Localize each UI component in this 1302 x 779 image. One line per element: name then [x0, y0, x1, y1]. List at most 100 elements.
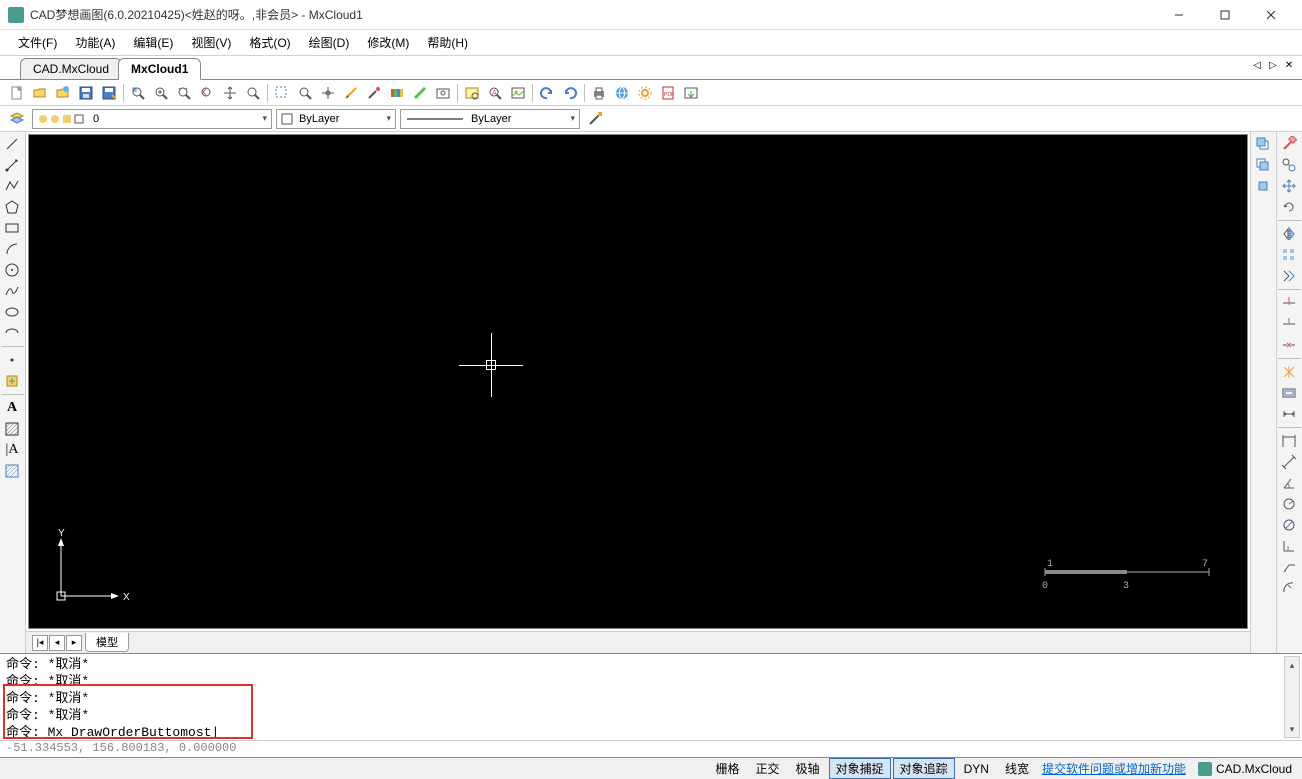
menu-help[interactable]: 帮助(H) — [419, 31, 476, 54]
ordinate-dim-icon[interactable] — [1278, 536, 1300, 556]
tab-close-icon[interactable]: ✕ — [1282, 58, 1296, 72]
layer-dropdown[interactable]: 0 ▾ — [32, 109, 272, 129]
break-icon[interactable] — [1278, 335, 1300, 355]
color-picker-icon[interactable] — [363, 82, 385, 104]
radius-dim-icon[interactable] — [1278, 494, 1300, 514]
zoom-extents-icon[interactable] — [173, 82, 195, 104]
tab-next-icon[interactable]: ▷ — [1266, 58, 1280, 72]
zoom-all-icon[interactable] — [242, 82, 264, 104]
tab-next-icon[interactable]: ▸ — [66, 635, 82, 651]
open-from-cloud-icon[interactable] — [52, 82, 74, 104]
command-scrollbar[interactable]: ▴▾ — [1284, 656, 1300, 738]
minimize-button[interactable] — [1156, 1, 1202, 29]
print-icon[interactable] — [588, 82, 610, 104]
document-tab-2[interactable]: MxCloud1 — [118, 58, 201, 80]
spline-icon[interactable] — [1, 281, 23, 301]
rotate-icon[interactable] — [1278, 197, 1300, 217]
drawing-canvas[interactable]: Y X 1 7 0 3 — [28, 134, 1248, 629]
layer-manager-icon[interactable] — [6, 108, 28, 130]
line-icon[interactable] — [1, 134, 23, 154]
status-grid[interactable]: 栅格 — [709, 758, 747, 779]
open-file-icon[interactable] — [29, 82, 51, 104]
copy-back-icon[interactable] — [1252, 155, 1274, 175]
explode-icon[interactable] — [1278, 362, 1300, 382]
polyline-icon[interactable] — [1, 176, 23, 196]
erase-icon[interactable] — [1278, 134, 1300, 154]
aligned-dim-icon[interactable] — [1278, 452, 1300, 472]
text-icon[interactable]: A — [1, 398, 23, 418]
trim-icon[interactable] — [1278, 293, 1300, 313]
zoom-realtime-icon[interactable] — [294, 82, 316, 104]
dimension-icon[interactable] — [1278, 404, 1300, 424]
text-find-icon[interactable]: A — [484, 82, 506, 104]
linetype-brush-icon[interactable] — [584, 108, 606, 130]
new-file-icon[interactable] — [6, 82, 28, 104]
status-dyn[interactable]: DYN — [957, 760, 996, 778]
document-tab-1[interactable]: CAD.MxCloud — [20, 58, 122, 79]
screenshot-icon[interactable] — [432, 82, 454, 104]
undo-icon[interactable] — [536, 82, 558, 104]
status-lineweight[interactable]: 线宽 — [998, 758, 1036, 779]
model-tab[interactable]: 模型 — [85, 633, 129, 652]
linetype-dropdown[interactable]: ByLayer ▾ — [400, 109, 580, 129]
point-icon[interactable] — [1, 350, 23, 370]
export-icon[interactable] — [680, 82, 702, 104]
status-osnap[interactable]: 对象捕捉 — [829, 758, 891, 779]
mtext-icon[interactable]: |A — [1, 440, 23, 460]
offset-icon[interactable] — [1278, 383, 1300, 403]
tab-prev-icon[interactable]: ◁ — [1250, 58, 1264, 72]
color-dropdown[interactable]: ByLayer ▾ — [276, 109, 396, 129]
ellipse-icon[interactable] — [1, 302, 23, 322]
extend-icon[interactable] — [1278, 314, 1300, 334]
hatch-icon[interactable] — [1, 419, 23, 439]
pdf-icon[interactable]: PDF — [657, 82, 679, 104]
web-icon[interactable] — [611, 82, 633, 104]
menu-view[interactable]: 视图(V) — [183, 31, 239, 54]
polygon-icon[interactable] — [1, 197, 23, 217]
align-icon[interactable] — [1278, 266, 1300, 286]
menu-func[interactable]: 功能(A) — [67, 31, 123, 54]
rectangle-icon[interactable] — [1, 218, 23, 238]
save-icon[interactable] — [75, 82, 97, 104]
menu-file[interactable]: 文件(F) — [10, 31, 65, 54]
leader-icon[interactable] — [1278, 557, 1300, 577]
draw-tool-icon[interactable] — [340, 82, 362, 104]
tab-first-icon[interactable]: |◂ — [32, 635, 48, 651]
pan-icon[interactable] — [219, 82, 241, 104]
select-icon[interactable] — [271, 82, 293, 104]
highlight-icon[interactable] — [409, 82, 431, 104]
status-ortho[interactable]: 正交 — [749, 758, 787, 779]
find-icon[interactable] — [461, 82, 483, 104]
command-input-line[interactable]: 命令: Mx_DrawOrderButtomost| — [6, 724, 1296, 740]
zoom-window-icon[interactable] — [127, 82, 149, 104]
array-icon[interactable] — [1278, 245, 1300, 265]
zoom-previous-icon[interactable] — [196, 82, 218, 104]
copy-front-icon[interactable] — [1252, 134, 1274, 154]
menu-edit[interactable]: 编辑(E) — [125, 31, 181, 54]
save-as-icon[interactable] — [98, 82, 120, 104]
tab-prev-icon[interactable]: ◂ — [49, 635, 65, 651]
menu-draw[interactable]: 绘图(D) — [301, 31, 358, 54]
close-button[interactable] — [1248, 1, 1294, 29]
maximize-button[interactable] — [1202, 1, 1248, 29]
block-insert-icon[interactable] — [1, 371, 23, 391]
circle-icon[interactable] — [1, 260, 23, 280]
mirror-icon[interactable] — [1278, 224, 1300, 244]
redo-icon[interactable] — [559, 82, 581, 104]
ray-icon[interactable] — [1, 155, 23, 175]
image-icon[interactable] — [507, 82, 529, 104]
arc-dim-icon[interactable] — [1278, 578, 1300, 598]
arc-icon[interactable] — [1, 239, 23, 259]
status-feedback-link[interactable]: 提交软件问题或增加新功能 — [1038, 760, 1190, 777]
settings-gear-icon[interactable] — [634, 82, 656, 104]
status-polar[interactable]: 极轴 — [789, 758, 827, 779]
zoom-in-icon[interactable] — [150, 82, 172, 104]
move-icon[interactable] — [317, 82, 339, 104]
hatch-fill-icon[interactable] — [1, 461, 23, 481]
status-otrack[interactable]: 对象追踪 — [893, 758, 955, 779]
menu-modify[interactable]: 修改(M) — [359, 31, 417, 54]
move-obj-icon[interactable] — [1278, 176, 1300, 196]
menu-format[interactable]: 格式(O) — [241, 31, 298, 54]
ellipse-arc-icon[interactable] — [1, 323, 23, 343]
copy-obj-icon[interactable] — [1278, 155, 1300, 175]
